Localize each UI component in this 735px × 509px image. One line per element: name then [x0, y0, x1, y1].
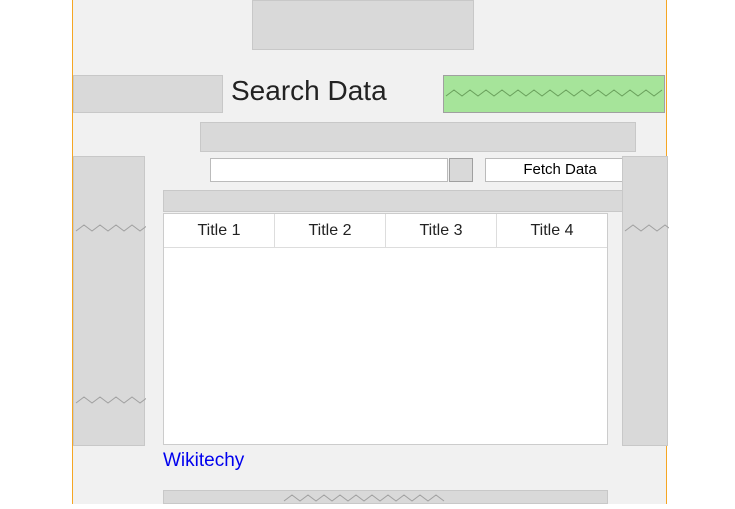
fetch-data-button[interactable]: Fetch Data	[485, 158, 635, 182]
column-header[interactable]: Title 3	[386, 214, 497, 248]
placeholder-block	[163, 490, 608, 504]
data-grid[interactable]: Title 1 Title 2 Title 3 Title 4	[163, 213, 608, 445]
data-grid-headers: Title 1 Title 2 Title 3 Title 4	[164, 214, 607, 248]
placeholder-block	[73, 75, 223, 113]
footer-link[interactable]: Wikitechy	[163, 450, 244, 472]
column-header[interactable]: Title 2	[275, 214, 386, 248]
placeholder-block	[622, 156, 668, 446]
placeholder-block	[73, 156, 145, 446]
search-picker-button[interactable]	[449, 158, 473, 182]
design-canvas: Search Data Fetch Data Title 1 Title 2 T…	[72, 0, 667, 504]
accent-block	[443, 75, 665, 113]
search-row: Fetch Data	[210, 158, 640, 184]
column-header[interactable]: Title 1	[164, 214, 275, 248]
datagrid-toolbar	[163, 190, 633, 212]
placeholder-block	[252, 0, 474, 50]
column-header[interactable]: Title 4	[497, 214, 607, 248]
placeholder-block	[200, 122, 636, 152]
page-title: Search Data	[226, 75, 436, 113]
search-input[interactable]	[210, 158, 448, 182]
title-row: Search Data	[73, 75, 666, 115]
